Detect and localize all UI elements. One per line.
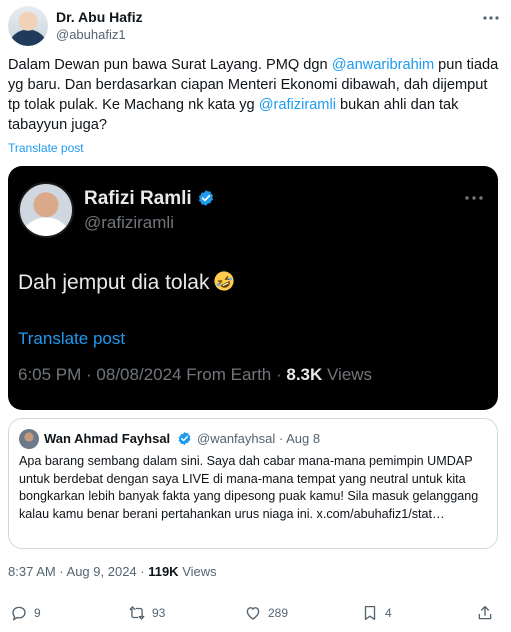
heart-icon [246, 607, 260, 620]
quoted-post[interactable]: Wan Ahmad Fayhsal @wanfayhsal · Aug 8 Ap… [8, 418, 498, 549]
tweet-text-part: Dalam Dewan pun bawa Surat Layang. PMQ d… [8, 57, 332, 73]
embedded-post-meta: 6:05 PM · 08/08/2024 From Earth · 8.3K V… [18, 365, 372, 385]
verified-badge-icon [178, 431, 191, 446]
like-button[interactable]: 289 [244, 604, 288, 622]
repost-button[interactable]: 93 [128, 604, 165, 622]
embedded-more-icon [465, 196, 483, 200]
quoted-author-handle: @wanfayhsal · Aug 8 [197, 431, 321, 446]
mention-link[interactable]: @anwaribrahim [332, 57, 434, 73]
translate-post-link[interactable]: Translate post [8, 141, 84, 155]
author-avatar[interactable] [8, 6, 48, 46]
embedded-post-time: 6:05 PM · 08/08/2024 From Earth · [18, 365, 287, 384]
mention-link[interactable]: @rafiziramli [259, 97, 336, 113]
views-label: Views [178, 564, 217, 579]
verified-badge-icon [198, 190, 214, 206]
quoted-post-text: Apa barang sembang dalam sini. Saya dah … [19, 454, 479, 521]
embedded-views-label: Views [322, 365, 373, 384]
repost-icon [129, 606, 145, 620]
rolling-on-floor-laughing-icon [214, 271, 235, 291]
like-count: 289 [268, 606, 289, 620]
embedded-views-count: 8.3K [286, 365, 323, 384]
reply-button[interactable]: 9 [10, 604, 41, 622]
more-options-icon[interactable] [481, 11, 501, 25]
bookmark-icon [364, 605, 376, 621]
author-name[interactable]: Dr. Abu Hafiz [56, 9, 143, 25]
share-icon [478, 605, 492, 620]
repost-count: 93 [152, 606, 166, 620]
post-time[interactable]: 8:37 AM · Aug 9, 2024 · [8, 564, 148, 579]
reply-icon [12, 606, 26, 621]
tweet-card: Dr. Abu Hafiz @abuhafiz1 Dalam Dewan pun… [0, 0, 511, 632]
embedded-image[interactable]: Rafizi Ramli @rafiziramli Dah jemput dia… [8, 166, 498, 410]
quoted-author-avatar [19, 429, 39, 449]
views-count: 119K [148, 564, 179, 579]
author-handle[interactable]: @abuhafiz1 [56, 27, 126, 42]
action-bar: 9 93 289 4 [0, 598, 511, 628]
embedded-translate-link: Translate post [18, 329, 126, 348]
post-meta: 8:37 AM · Aug 9, 2024 · 119K Views [8, 564, 217, 579]
reply-count: 9 [34, 606, 41, 620]
quoted-author-name: Wan Ahmad Fayhsal [44, 431, 171, 446]
embedded-post-text: Dah jemput dia tolak [18, 270, 235, 295]
embedded-author-name: Rafizi Ramli [84, 188, 192, 209]
bookmark-button[interactable]: 4 [361, 604, 392, 622]
embedded-post-text-content: Dah jemput dia tolak [18, 271, 210, 294]
share-button[interactable] [476, 604, 494, 622]
bookmark-count: 4 [385, 606, 392, 620]
tweet-text: Dalam Dewan pun bawa Surat Layang. PMQ d… [8, 55, 503, 135]
embedded-author-avatar [18, 182, 74, 238]
embedded-author-handle: @rafiziramli [84, 213, 174, 232]
